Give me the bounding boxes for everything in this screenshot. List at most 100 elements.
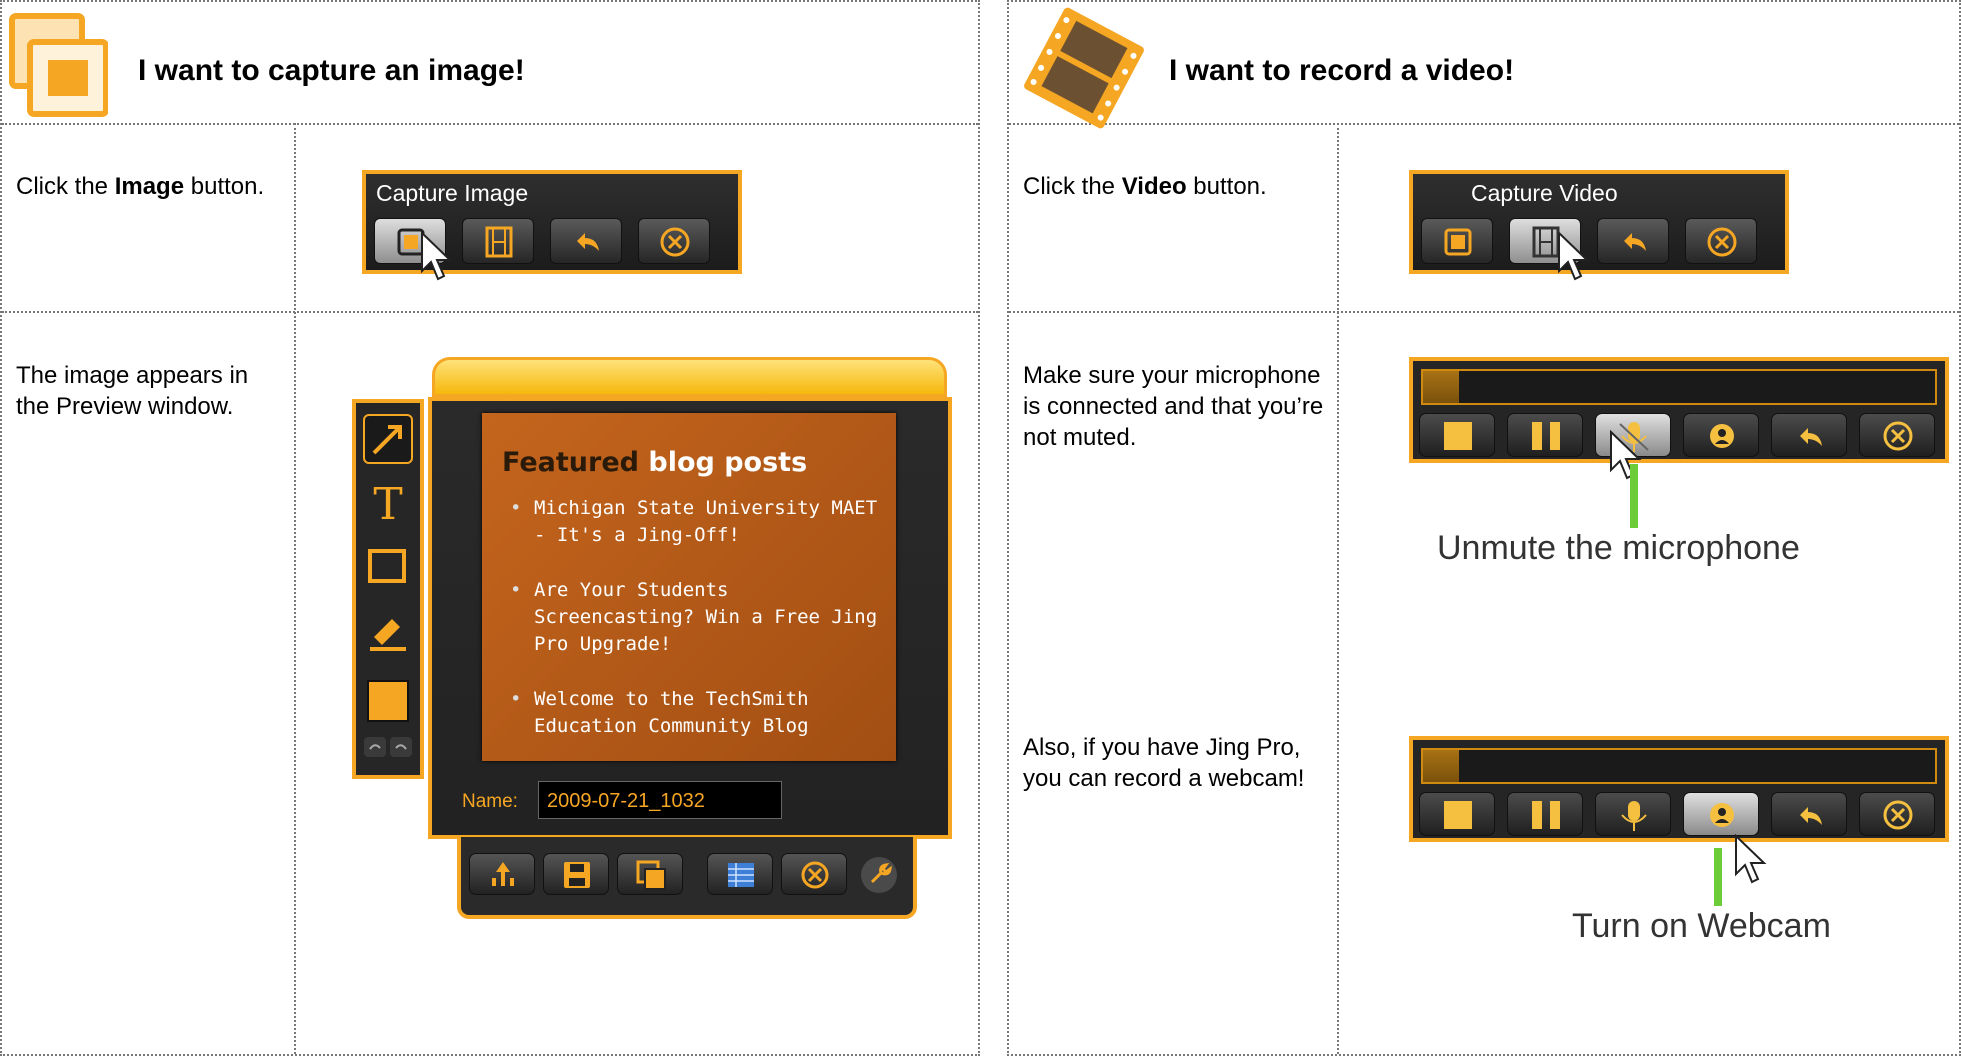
video-step3-text: Also, if you have Jing Pro, you can reco… xyxy=(1023,734,1305,792)
redo-button[interactable] xyxy=(1597,218,1669,264)
captured-image: Featured blog posts Michigan State Unive… xyxy=(482,413,896,761)
image-section-title: I want to capture an image! xyxy=(138,54,525,87)
markup-toolbar: T xyxy=(352,399,424,779)
preview-cancel-button[interactable] xyxy=(781,853,847,895)
list-item: Welcome to the TechSmith Education Commu… xyxy=(504,686,884,740)
video-record-panel: I want to record a video! Click the Vide… xyxy=(1007,0,1961,1056)
undo-redo-icons[interactable] xyxy=(362,733,414,785)
image-icon xyxy=(1444,228,1472,256)
svg-text:T: T xyxy=(373,479,402,529)
pause-button[interactable] xyxy=(1507,792,1583,836)
recording-progress xyxy=(1421,369,1937,405)
redo-button[interactable] xyxy=(550,218,622,264)
share-button[interactable] xyxy=(469,853,535,895)
pause-button[interactable] xyxy=(1507,413,1583,457)
undo-arrow-icon xyxy=(1800,807,1822,825)
image-step1-text: Click the Image button. xyxy=(16,173,265,200)
rectangle-tool-icon[interactable] xyxy=(362,541,414,593)
wrench-icon[interactable] xyxy=(859,855,899,895)
recording-bar-mic xyxy=(1409,357,1949,463)
restart-button[interactable] xyxy=(1771,792,1847,836)
pause-icon xyxy=(1532,801,1560,829)
video-header-row: I want to record a video! xyxy=(1009,2,1959,129)
arrow-tool-icon[interactable] xyxy=(362,413,414,465)
cursor-pointer-icon xyxy=(1558,231,1590,281)
microphone-button[interactable] xyxy=(1595,792,1671,836)
recording-progress xyxy=(1421,748,1937,784)
cancel-recording-button[interactable] xyxy=(1859,413,1935,457)
restart-button[interactable] xyxy=(1771,413,1847,457)
preview-window: T Featured blog posts Michigan State Uni… xyxy=(352,357,957,922)
stop-icon xyxy=(1444,422,1472,450)
recording-progress-fill xyxy=(1423,371,1459,403)
image-capture-icon xyxy=(9,13,108,117)
save-button[interactable] xyxy=(543,853,609,895)
blog-post-list: Michigan State University MAET - It's a … xyxy=(504,495,884,768)
video-step1-text: Click the Video button. xyxy=(1023,173,1267,200)
webcam-button[interactable] xyxy=(1683,792,1759,836)
copy-icon xyxy=(636,860,666,890)
image-button[interactable] xyxy=(1421,218,1493,264)
close-circle-icon xyxy=(1707,227,1737,257)
video-step1-row: Click the Video button. Capture Video xyxy=(1009,123,1959,313)
cursor-pointer-icon xyxy=(421,231,453,281)
cursor-pointer-icon xyxy=(1735,834,1767,884)
screencast-icon xyxy=(728,863,754,887)
microphone-icon xyxy=(1621,801,1647,831)
cancel-button[interactable] xyxy=(1685,218,1757,264)
list-item: Are Your Students Screencasting? Win a F… xyxy=(504,577,884,658)
capture-bar-title: Capture Image xyxy=(376,180,529,206)
recording-bar-webcam xyxy=(1409,736,1949,842)
image-step1-row: Click the Image button. Capture Image xyxy=(2,123,978,313)
screencast-button[interactable] xyxy=(707,853,773,895)
cancel-recording-button[interactable] xyxy=(1859,792,1935,836)
image-header-row: I want to capture an image! xyxy=(2,2,978,125)
featured-heading: Featured blog posts xyxy=(502,447,808,478)
image-column-divider xyxy=(294,123,296,1054)
preview-main: Featured blog posts Michigan State Unive… xyxy=(428,397,952,839)
unmute-callout: Unmute the microphone xyxy=(1437,529,1800,567)
cancel-button[interactable] xyxy=(638,218,710,264)
close-circle-icon xyxy=(660,227,690,257)
share-toolbar xyxy=(457,837,917,919)
name-field[interactable]: 2009-07-21_1032 xyxy=(538,781,782,819)
image-capture-panel: I want to capture an image! Click the Im… xyxy=(0,0,980,1056)
pause-icon xyxy=(1532,422,1560,450)
webcam-button[interactable] xyxy=(1683,413,1759,457)
cursor-pointer-icon xyxy=(1610,430,1642,480)
webcam-icon xyxy=(1710,803,1734,827)
film-icon xyxy=(485,226,513,258)
copy-button[interactable] xyxy=(617,853,683,895)
webcam-icon xyxy=(1710,424,1734,448)
stop-icon xyxy=(1444,801,1472,829)
capture-video-bar: Capture Video xyxy=(1409,170,1789,274)
upload-icon xyxy=(492,862,514,886)
undo-arrow-icon xyxy=(1624,233,1646,251)
capture-bar-title: Capture Video xyxy=(1471,180,1618,206)
close-circle-icon xyxy=(801,861,829,889)
film-strip-icon xyxy=(1024,7,1144,129)
video-column-divider xyxy=(1337,123,1339,1054)
highlight-tool-icon[interactable] xyxy=(362,605,414,657)
webcam-callout: Turn on Webcam xyxy=(1572,907,1831,945)
undo-arrow-icon xyxy=(1800,428,1822,446)
stop-button[interactable] xyxy=(1419,792,1495,836)
stop-button[interactable] xyxy=(1419,413,1495,457)
recording-progress-fill xyxy=(1423,750,1459,782)
image-step2-text: The image appears in the Preview window. xyxy=(16,362,249,420)
floppy-disk-icon xyxy=(564,862,590,888)
undo-arrow-icon xyxy=(577,233,599,251)
color-picker-icon[interactable] xyxy=(362,675,414,727)
callout-line xyxy=(1630,464,1638,528)
close-circle-icon xyxy=(1883,421,1913,451)
list-item: Michigan State University MAET - It's a … xyxy=(504,495,884,549)
close-circle-icon xyxy=(1883,800,1913,830)
preview-title-bar[interactable] xyxy=(432,357,947,397)
video-section-title: I want to record a video! xyxy=(1169,54,1515,87)
video-step2-text: Make sure your microphone is connected a… xyxy=(1023,362,1324,451)
callout-line xyxy=(1714,848,1722,906)
capture-image-bar: Capture Image xyxy=(362,170,742,274)
video-button[interactable] xyxy=(462,218,534,264)
name-label: Name: xyxy=(462,791,518,812)
text-tool-icon[interactable]: T xyxy=(362,477,414,529)
